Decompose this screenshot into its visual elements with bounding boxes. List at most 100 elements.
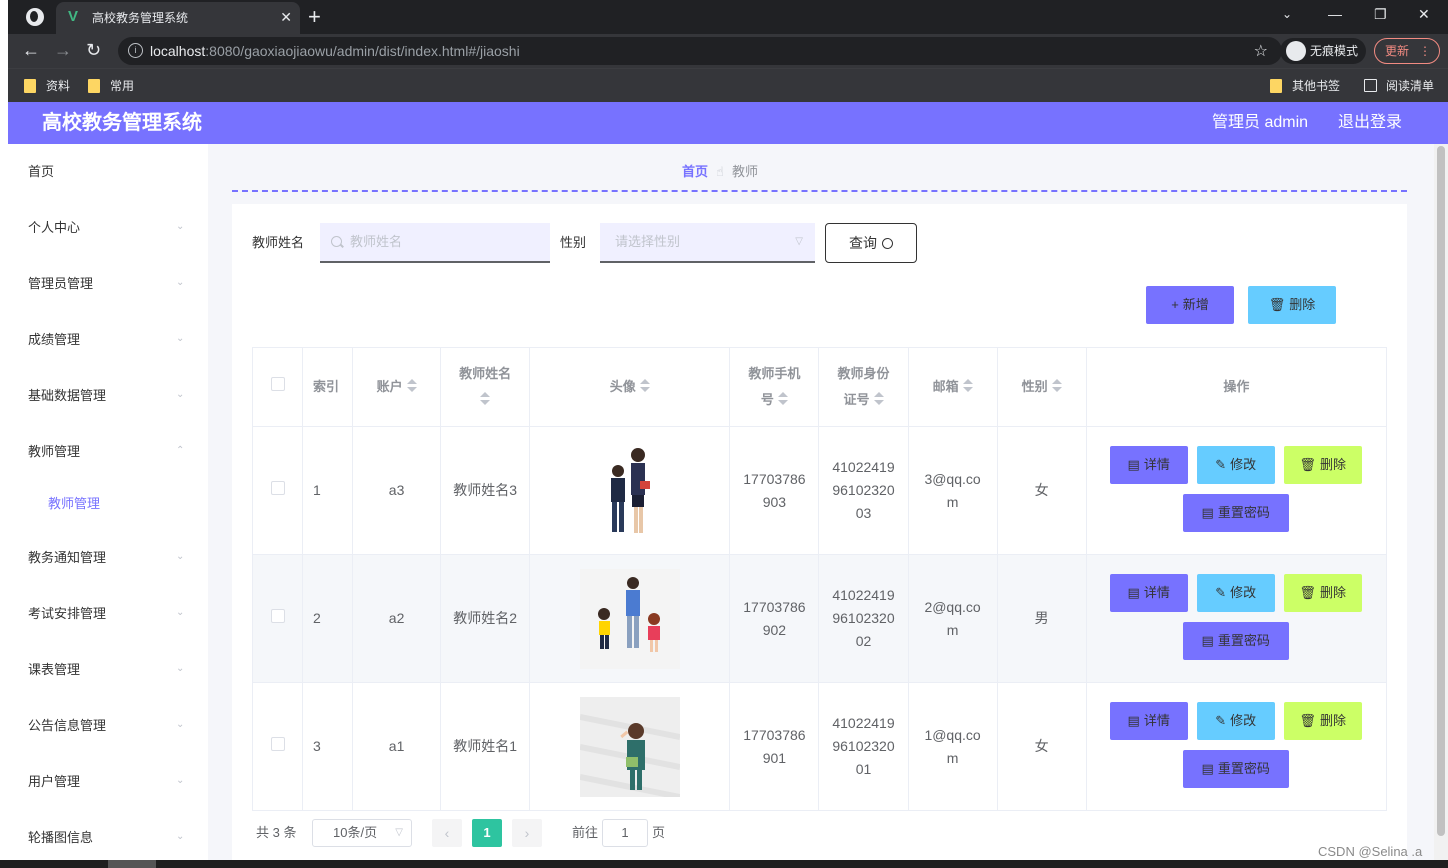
teacher-avatar-image[interactable] xyxy=(579,696,680,797)
reset-password-button[interactable]: ▤ 重置密码 xyxy=(1182,622,1289,660)
sidebar-item-basic-data[interactable]: 基础数据管理 xyxy=(28,386,106,406)
page-size-select[interactable]: 10条/页 ▽ xyxy=(312,819,412,847)
sidebar-item-admins[interactable]: 管理员管理 xyxy=(28,274,93,294)
sidebar-item-timetable[interactable]: 课表管理 xyxy=(28,660,80,680)
goto-page-input[interactable]: 1 xyxy=(602,819,648,847)
bookmark-folder[interactable]: 常用 xyxy=(88,78,134,94)
cell-phone: 17703786 901 xyxy=(729,682,820,811)
sort-icon[interactable] xyxy=(962,379,973,393)
chevron-down-icon: ▽ xyxy=(795,236,803,247)
id-part: 02 xyxy=(855,633,872,649)
chevron-down-icon: ⌄ xyxy=(176,607,185,618)
incognito-badge[interactable]: 无痕模式 xyxy=(1280,38,1367,64)
header-email[interactable]: 邮箱 xyxy=(907,347,998,427)
other-bookmarks[interactable]: 其他书签 xyxy=(1270,78,1340,94)
sort-icon[interactable] xyxy=(873,392,884,406)
header-gender[interactable]: 性别 xyxy=(996,347,1087,427)
row-checkbox[interactable] xyxy=(270,481,285,495)
app-title: 高校教务管理系统 xyxy=(42,112,202,134)
phone-part: 17703786 xyxy=(743,470,806,487)
header-id-label-2: 证号 xyxy=(843,392,870,407)
forward-icon[interactable]: → xyxy=(54,40,72,60)
current-page-button[interactable]: 1 xyxy=(472,819,502,847)
new-tab-icon[interactable]: + xyxy=(308,4,321,30)
sort-icon[interactable] xyxy=(639,379,650,393)
sort-icon[interactable] xyxy=(480,392,491,406)
header-name[interactable]: 教师姓名 xyxy=(440,347,531,427)
minimize-icon[interactable]: — xyxy=(1328,4,1342,24)
address-bar[interactable]: i localhost:8080/gaoxiaojiaowu/admin/dis… xyxy=(118,37,1282,65)
row-checkbox[interactable] xyxy=(270,609,285,623)
browser-tab[interactable]: V 高校教务管理系统 ✕ xyxy=(56,2,300,34)
cell-avatar xyxy=(529,554,731,683)
email-part: 2@qq.co xyxy=(924,598,981,615)
sidebar-item-announcements[interactable]: 公告信息管理 xyxy=(28,716,106,736)
sidebar-subitem-teacher-management[interactable]: 教师管理 xyxy=(48,494,100,514)
plus-icon: + xyxy=(1171,297,1179,312)
close-window-icon[interactable]: ✕ xyxy=(1418,4,1430,24)
phone-part: 903 xyxy=(762,493,787,510)
delete-button[interactable]: 🗑 删除 xyxy=(1283,702,1362,740)
gender-select[interactable]: 请选择性别 ▽ xyxy=(600,223,815,263)
header-name-label: 教师姓名 xyxy=(459,366,512,381)
add-button[interactable]: + 新增 xyxy=(1146,286,1234,324)
detail-button[interactable]: ▤ 详情 xyxy=(1109,574,1188,612)
select-all-checkbox[interactable] xyxy=(270,377,285,391)
reset-password-button[interactable]: ▤ 重置密码 xyxy=(1182,494,1289,532)
cell-gender: 女 xyxy=(996,426,1087,555)
sort-icon[interactable] xyxy=(406,379,417,393)
header-avatar[interactable]: 头像 xyxy=(529,347,731,427)
query-button[interactable]: 查询 xyxy=(825,223,917,263)
teacher-name-input[interactable]: 教师姓名 xyxy=(320,223,550,263)
sidebar-item-users[interactable]: 用户管理 xyxy=(28,772,80,792)
sidebar-item-grades[interactable]: 成绩管理 xyxy=(28,330,80,350)
prev-page-button[interactable]: ‹ xyxy=(432,819,462,847)
tab-search-icon[interactable]: ⌄ xyxy=(1282,4,1292,24)
close-tab-icon[interactable]: ✕ xyxy=(280,8,292,26)
teacher-avatar-image[interactable] xyxy=(579,568,680,669)
header-account[interactable]: 账户 xyxy=(352,347,442,427)
taskbar-item[interactable] xyxy=(108,860,156,868)
reading-list[interactable]: 阅读清单 xyxy=(1364,78,1434,94)
bookmark-folder[interactable]: 资料 xyxy=(24,78,70,94)
sort-icon[interactable] xyxy=(777,392,788,406)
edit-button[interactable]: ✎ 修改 xyxy=(1196,446,1275,484)
header-phone[interactable]: 教师手机号 xyxy=(729,347,820,427)
globe-icon[interactable] xyxy=(26,8,44,26)
sidebar-item-exams[interactable]: 考试安排管理 xyxy=(28,604,106,624)
teacher-avatar-image[interactable] xyxy=(579,440,680,541)
sidebar-item-teachers[interactable]: 教师管理 xyxy=(28,442,80,462)
header-id-number[interactable]: 教师身份 证号 xyxy=(818,347,909,427)
sidebar-item-home[interactable]: 首页 xyxy=(28,162,54,182)
detail-button[interactable]: ▤ 详情 xyxy=(1109,702,1188,740)
reset-password-label: 重置密码 xyxy=(1217,505,1270,520)
back-icon[interactable]: ← xyxy=(22,40,40,60)
update-button[interactable]: 更新 ⋮ xyxy=(1374,38,1440,64)
sidebar-item-profile[interactable]: 个人中心 xyxy=(28,218,80,238)
reset-password-button[interactable]: ▤ 重置密码 xyxy=(1182,750,1289,788)
sidebar-item-notices[interactable]: 教务通知管理 xyxy=(28,548,106,568)
restore-icon[interactable]: ❐ xyxy=(1374,4,1387,24)
reload-icon[interactable]: ↻ xyxy=(86,40,101,60)
edit-button[interactable]: ✎ 修改 xyxy=(1196,574,1275,612)
search-icon xyxy=(882,238,893,249)
delete-button[interactable]: 🗑 删除 xyxy=(1283,574,1362,612)
detail-button[interactable]: ▤ 详情 xyxy=(1109,446,1188,484)
sidebar-item-carousel[interactable]: 轮播图信息 xyxy=(28,828,93,848)
edit-button[interactable]: ✎ 修改 xyxy=(1196,702,1275,740)
scrollbar-thumb[interactable] xyxy=(1437,146,1445,836)
breadcrumb-home[interactable]: 首页 xyxy=(682,164,708,179)
logout-link[interactable]: 退出登录 xyxy=(1338,113,1402,133)
next-page-button[interactable]: › xyxy=(512,819,542,847)
delete-button[interactable]: 🗑 删除 xyxy=(1283,446,1362,484)
hand-icon: ☝ xyxy=(716,164,724,179)
vertical-scrollbar[interactable] xyxy=(1434,144,1448,860)
bookmark-star-icon[interactable]: ☆ xyxy=(1254,41,1268,61)
info-icon[interactable]: i xyxy=(128,43,143,58)
cell-account: a1 xyxy=(352,682,442,811)
sort-icon[interactable] xyxy=(1051,379,1062,393)
url-text[interactable]: localhost:8080/gaoxiaojiaowu/admin/dist/… xyxy=(150,43,520,59)
batch-delete-button[interactable]: 🗑 删除 xyxy=(1248,286,1336,324)
row-checkbox[interactable] xyxy=(270,737,285,751)
cell-name: 教师姓名3 xyxy=(440,426,531,555)
